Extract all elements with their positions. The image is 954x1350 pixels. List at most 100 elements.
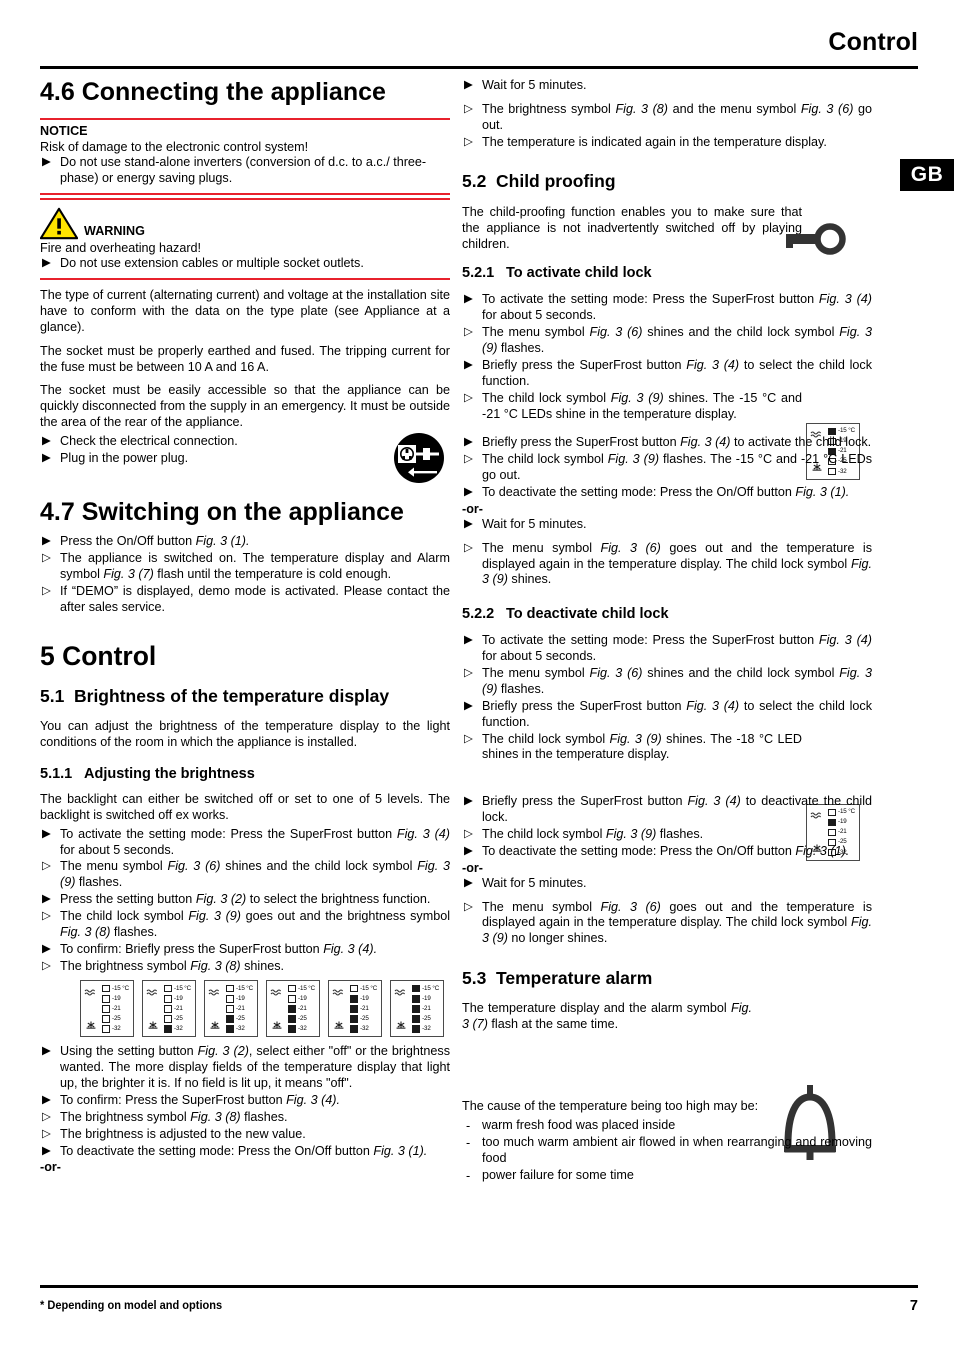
list-item: To activate the setting mode: Press the …: [462, 292, 872, 324]
step-text-after: flashes.: [656, 826, 704, 841]
notice-rule-bottom: [40, 192, 450, 195]
list-item: Press the On/Off button Fig. 3 (1).: [40, 534, 450, 550]
led-indicator: [164, 985, 173, 993]
right-column: Wait for 5 minutes. The brightness symbo…: [462, 78, 872, 1184]
led-label: -32: [112, 1025, 121, 1033]
list-item: warm fresh food was placed inside: [462, 1118, 872, 1134]
led-label: -25: [112, 1014, 121, 1022]
led-cell: -25: [102, 1015, 129, 1024]
step-text: To deactivate the setting mode: Press th…: [482, 843, 796, 858]
page-header-title: Control: [828, 28, 918, 56]
paragraph-alarm-intro: The temperature display and the alarm sy…: [462, 1001, 752, 1033]
led-indicator: [102, 985, 110, 993]
figure-ref: Fig. 3 (8): [190, 958, 241, 973]
figure-ref: Fig. 3 (9): [607, 452, 660, 467]
figure-ref: Fig. 3 (4): [818, 633, 872, 648]
led-indicator: [226, 1015, 235, 1023]
led-cell: -15 °C: [288, 984, 315, 993]
list-item: If “DEMO” is displayed, demo mode is act…: [40, 584, 450, 616]
figure-ref: Fig. 3 (1).: [195, 534, 250, 549]
notice-title: NOTICE: [40, 123, 88, 138]
led-cell: -15 °C: [164, 984, 191, 993]
activate-childlock-steps-a: To activate the setting mode: Press the …: [462, 292, 872, 422]
list-item: Wait for 5 minutes.: [462, 517, 872, 533]
led-indicator: [102, 1015, 110, 1023]
list-item: The brightness symbol Fig. 3 (8) and the…: [462, 102, 872, 134]
figure-ref: Fig. 3 (1).: [795, 843, 850, 858]
list-item: Do not use extension cables or multiple …: [40, 256, 450, 272]
warning-triangle-icon: [40, 207, 78, 240]
language-tab-gb: GB: [900, 159, 954, 191]
heading-text: Brightness of the temperature display: [74, 685, 390, 706]
heading-text: To deactivate child lock: [506, 606, 669, 623]
list-item: Wait for 5 minutes.: [462, 78, 872, 94]
step-text: The brightness is adjusted to the new va…: [60, 1126, 306, 1141]
manual-page: Control GB 4.6 Connecting the appliance …: [0, 0, 954, 1350]
step-text: The brightness symbol: [60, 1109, 191, 1124]
brightness-steps-b: Using the setting button Fig. 3 (2), sel…: [40, 1044, 450, 1159]
heading-text: To activate child lock: [506, 265, 652, 282]
left-column: 4.6 Connecting the appliance NOTICE Risk…: [40, 78, 450, 1175]
figure-ref: Fig. 3 (6): [600, 540, 661, 555]
step-text: The menu symbol: [482, 899, 601, 914]
brightness-steps-a: To activate the setting mode: Press the …: [40, 827, 450, 975]
paragraph-childproof-intro: The child-proofing function enables you …: [462, 204, 802, 251]
figure-ref: Fig. 3 (7): [103, 566, 154, 581]
led-label: -19: [112, 994, 121, 1002]
figure-ref: Fig. 3 (9): [610, 390, 664, 405]
led-cell: -21: [350, 1005, 377, 1014]
list-item: The menu symbol Fig. 3 (6) goes out and …: [462, 900, 872, 948]
step-text: To activate the setting mode: Press the …: [482, 292, 819, 307]
list-item: The temperature is indicated again in th…: [462, 135, 872, 151]
led-indicator: [288, 1025, 297, 1033]
warning-box: WARNING Fire and overheating hazard! Do …: [40, 197, 450, 281]
heading-number: 5.1.1: [40, 765, 73, 782]
notice-risk-line: Risk of damage to the electronic control…: [40, 139, 309, 154]
heading-5-2-1: 5.2.1 To activate child lock: [462, 264, 872, 282]
led-indicator: [412, 1015, 421, 1023]
led-indicator: [288, 985, 297, 993]
heading-number: 5.2.1: [462, 265, 495, 282]
step-text: The menu symbol: [60, 859, 168, 874]
led-indicator: [350, 1005, 359, 1013]
snowflake-icon: [396, 1021, 406, 1029]
page-number: 7: [909, 1298, 918, 1314]
led-cell: -21: [226, 1005, 253, 1014]
alarm-causes-list: warm fresh food was placed inside too mu…: [462, 1118, 872, 1184]
led-indicator: [102, 1025, 110, 1033]
led-cell-group: -15 °C -19 -21 -25 -32: [288, 984, 315, 1033]
step-text: Briefly press the SuperFrost button: [482, 794, 688, 809]
led-label: -21: [298, 1004, 307, 1012]
step-text: The child lock symbol: [482, 826, 606, 841]
led-label: -15 °C: [838, 427, 856, 435]
led-label: -19: [236, 994, 245, 1002]
led-cell: -19: [412, 995, 439, 1004]
figure-ref: Fig. 3 (4).: [286, 1093, 340, 1107]
right-top-results: The brightness symbol Fig. 3 (8) and the…: [462, 102, 872, 151]
deactivate-childlock-steps-c: Wait for 5 minutes.: [462, 876, 872, 892]
heading-text: Adjusting the brightness: [84, 765, 255, 782]
led-cell-group: -15 °C -19 -21 -25 -32: [226, 984, 253, 1033]
step-text: To activate the setting mode: Press the …: [60, 826, 397, 841]
step-text: To deactivate the setting mode: Press th…: [482, 484, 796, 499]
figure-ref: Fig. 3 (6): [589, 325, 643, 340]
header-divider: [40, 66, 918, 69]
led-label: -25: [174, 1014, 183, 1022]
temperature-display-panel: -15 °C -19 -21 -25 -32: [328, 980, 383, 1038]
led-label: -32: [236, 1025, 245, 1033]
led-label: -32: [298, 1025, 307, 1033]
paragraph-current-type: The type of current (alternating current…: [40, 288, 450, 334]
led-label: -21: [422, 1004, 431, 1012]
superfrost-icon: [146, 989, 158, 996]
figure-ref: Fig. 3 (4): [396, 826, 450, 841]
step-text: Press the On/Off button: [60, 534, 196, 549]
list-item: The menu symbol Fig. 3 (6) shines and th…: [462, 666, 872, 698]
or-label: -or-: [462, 860, 483, 875]
list-item: The menu symbol Fig. 3 (6) goes out and …: [462, 541, 872, 589]
led-label: -15 °C: [112, 984, 130, 992]
led-cell: -32: [412, 1025, 439, 1034]
figure-ref: Fig. 3 (4): [686, 698, 740, 713]
list-item: The menu symbol Fig. 3 (6) shines and th…: [462, 325, 872, 357]
temperature-display-panel: -15 °C -19 -21 -25 -32: [390, 980, 445, 1038]
step-text-after: flashes.: [240, 1109, 288, 1124]
